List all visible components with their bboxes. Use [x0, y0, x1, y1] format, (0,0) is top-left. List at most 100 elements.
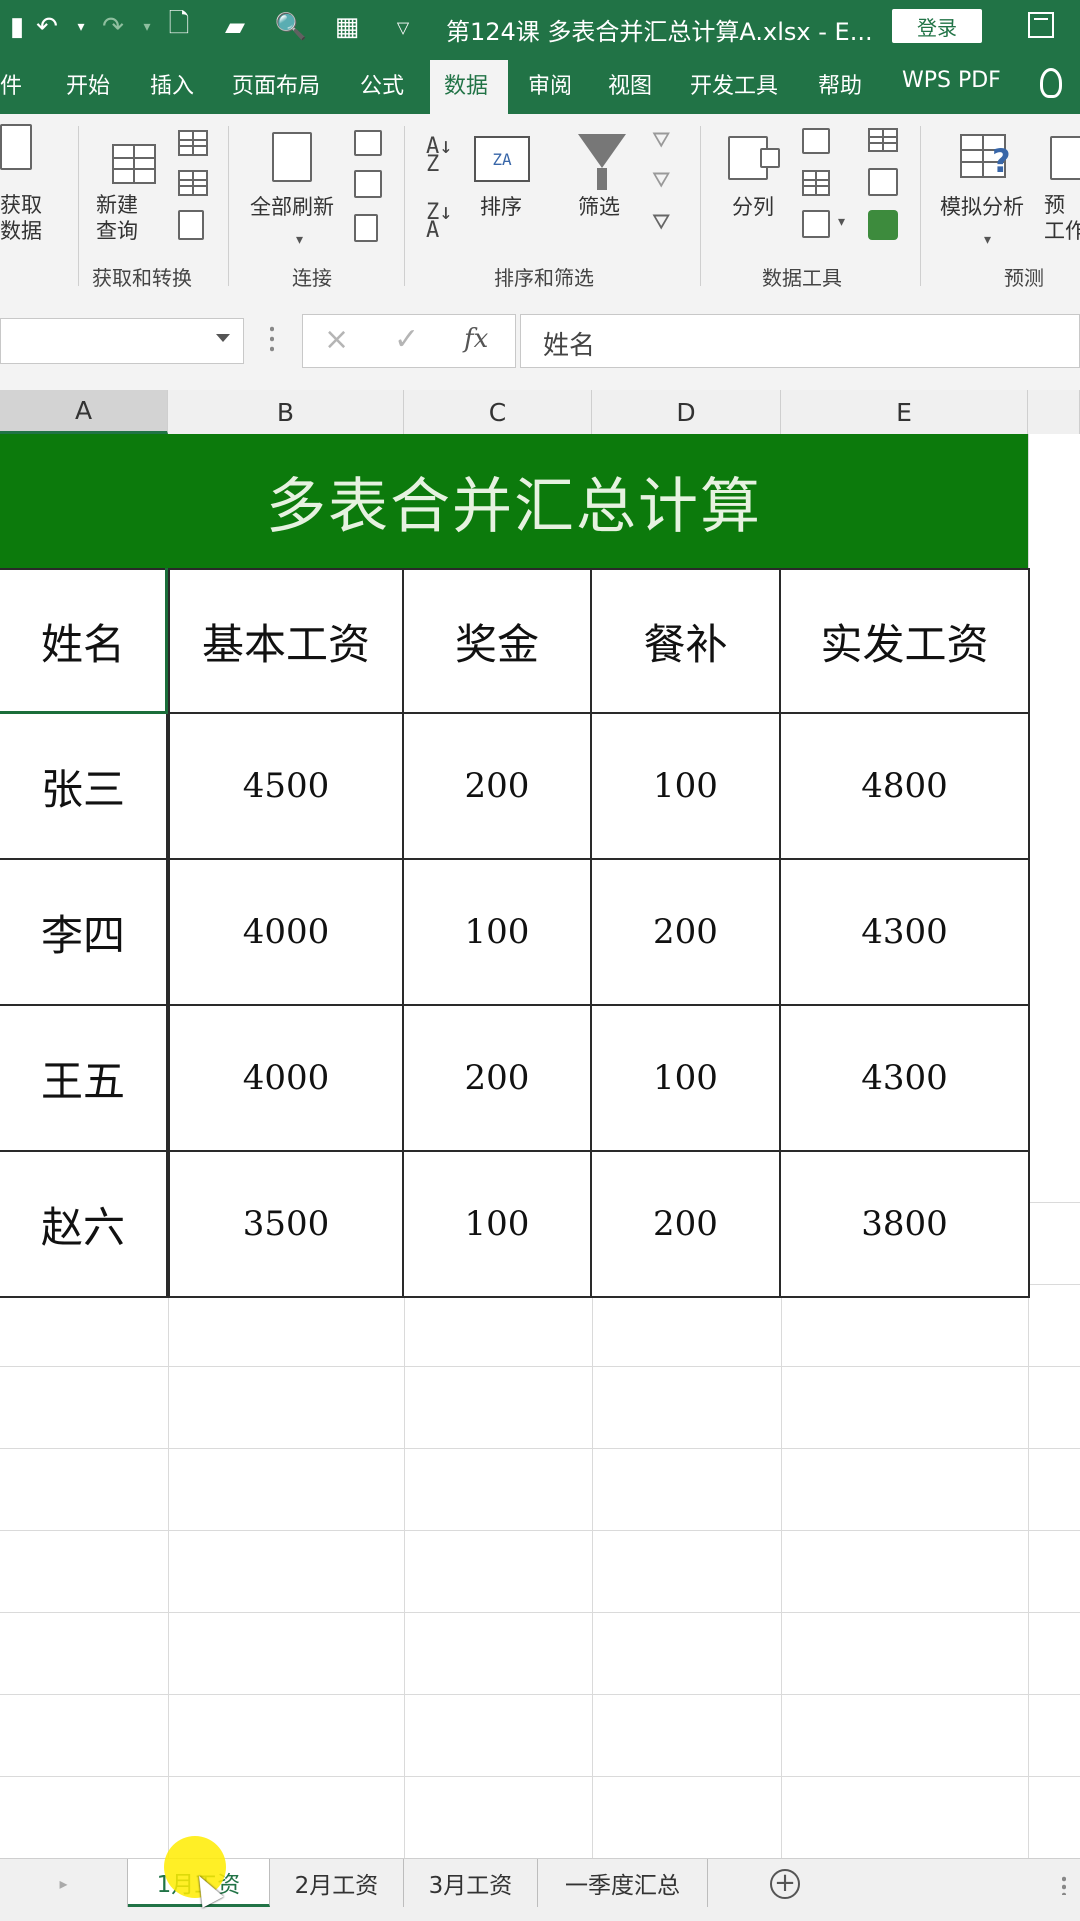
what-if-analysis-button[interactable]: 模拟分析: [940, 194, 1024, 220]
tab-file[interactable]: 件: [0, 68, 22, 100]
table-cell[interactable]: 赵六: [0, 1152, 168, 1298]
sort-icon[interactable]: ZA: [474, 136, 530, 182]
table-cell[interactable]: 100: [404, 860, 592, 1006]
table-cell[interactable]: 张三: [0, 714, 168, 860]
sheet-title[interactable]: 多表合并汇总计算: [0, 434, 1028, 568]
more-options-icon[interactable]: [1062, 1875, 1066, 1895]
manage-data-model-icon[interactable]: [868, 210, 898, 240]
header-cell-meal-allowance[interactable]: 餐补: [592, 568, 781, 714]
tab-view[interactable]: 视图: [608, 68, 652, 100]
table-cell[interactable]: 4000: [168, 1006, 404, 1152]
tab-developer[interactable]: 开发工具: [690, 68, 778, 100]
recent-sources-icon[interactable]: [178, 170, 208, 196]
tab-scroll-icon[interactable]: ▸: [0, 1859, 128, 1907]
header-cell-net-salary[interactable]: 实发工资: [781, 568, 1030, 714]
table-cell[interactable]: 200: [592, 860, 781, 1006]
existing-connections-icon[interactable]: [178, 210, 204, 240]
sheet-tab-4[interactable]: 一季度汇总: [538, 1859, 708, 1907]
tab-review[interactable]: 审阅: [528, 68, 572, 100]
advanced-filter-icon[interactable]: ⛛: [652, 210, 670, 235]
refresh-all-button[interactable]: 全部刷新: [250, 194, 334, 220]
sort-button[interactable]: 排序: [480, 194, 522, 220]
formula-bar-resize-handle[interactable]: [270, 324, 274, 354]
table-cell[interactable]: 100: [404, 1152, 592, 1298]
get-data-icon[interactable]: [0, 124, 32, 170]
tab-help[interactable]: 帮助: [818, 68, 862, 100]
table-cell[interactable]: 4300: [781, 1006, 1030, 1152]
header-cell-bonus[interactable]: 奖金: [404, 568, 592, 714]
queries-connections-icon[interactable]: [354, 130, 382, 156]
tab-home[interactable]: 开始: [66, 68, 110, 100]
add-sheet-icon[interactable]: +: [770, 1869, 800, 1899]
tab-formulas[interactable]: 公式: [360, 68, 404, 100]
column-header-d[interactable]: D: [592, 390, 781, 434]
column-header-e[interactable]: E: [781, 390, 1028, 434]
table-cell[interactable]: 100: [592, 1006, 781, 1152]
insert-function-icon[interactable]: fx: [464, 324, 488, 354]
from-table-icon[interactable]: [178, 130, 208, 156]
table-cell[interactable]: 200: [592, 1152, 781, 1298]
table-cell[interactable]: 200: [404, 714, 592, 860]
undo-dropdown-icon[interactable]: ▾: [64, 10, 98, 44]
header-cell-base-salary[interactable]: 基本工资: [168, 568, 404, 714]
ribbon-display-options-icon[interactable]: [1028, 12, 1054, 38]
relationships-icon[interactable]: [868, 168, 898, 196]
table-cell[interactable]: 李四: [0, 860, 168, 1006]
sheet-tab-2[interactable]: 2月工资: [270, 1859, 404, 1907]
sheet-tab-3[interactable]: 3月工资: [404, 1859, 538, 1907]
lightbulb-icon[interactable]: [1040, 68, 1062, 98]
redo-dropdown-icon[interactable]: ▾: [130, 10, 164, 44]
customize-quick-access-icon[interactable]: ▽: [386, 10, 420, 44]
filter-icon[interactable]: [578, 134, 626, 190]
filter-button[interactable]: 筛选: [578, 194, 620, 220]
calculator-icon[interactable]: ▦: [330, 10, 364, 44]
table-cell[interactable]: 200: [404, 1006, 592, 1152]
table-cell[interactable]: 4800: [781, 714, 1030, 860]
worksheet[interactable]: 多表合并汇总计算 姓名 基本工资 奖金 餐补 实发工资 张三 4500 200 …: [0, 434, 1080, 1858]
tab-insert[interactable]: 插入: [150, 68, 194, 100]
print-preview-icon[interactable]: 🔍: [274, 10, 308, 44]
chevron-down-icon[interactable]: [216, 334, 230, 342]
column-header-c[interactable]: C: [404, 390, 592, 434]
reapply-filter-icon[interactable]: ⛛: [652, 168, 670, 193]
new-file-icon[interactable]: 🗋: [162, 9, 196, 44]
clear-filter-icon[interactable]: ⛛: [652, 128, 670, 153]
new-query-icon[interactable]: [112, 144, 156, 184]
redo-icon[interactable]: ↷: [96, 10, 130, 44]
save-icon[interactable]: ▮: [0, 10, 34, 44]
get-data-button[interactable]: 获取 数据: [0, 192, 42, 244]
tab-page-layout[interactable]: 页面布局: [232, 68, 320, 100]
formula-input[interactable]: 姓名: [520, 314, 1080, 368]
consolidate-icon[interactable]: [868, 128, 898, 152]
forecast-sheet-icon[interactable]: [1050, 136, 1080, 180]
refresh-dropdown-icon[interactable]: ▾: [296, 232, 303, 248]
sort-ascending-icon[interactable]: A↓ Z: [426, 136, 453, 176]
tab-wps-pdf[interactable]: WPS PDF: [902, 68, 1001, 93]
name-box[interactable]: [0, 318, 244, 364]
data-validation-dropdown-icon[interactable]: ▾: [838, 214, 845, 230]
column-header-b[interactable]: B: [168, 390, 404, 434]
properties-icon[interactable]: [354, 170, 382, 198]
enter-icon[interactable]: ✓: [394, 322, 419, 357]
login-button[interactable]: 登录: [892, 9, 982, 43]
text-to-columns-button[interactable]: 分列: [732, 194, 774, 220]
sort-descending-icon[interactable]: Z↓ A: [426, 202, 453, 242]
remove-duplicates-icon[interactable]: [802, 170, 830, 196]
data-validation-icon[interactable]: [802, 210, 830, 238]
refresh-all-icon[interactable]: [272, 132, 312, 182]
edit-links-icon[interactable]: [354, 214, 378, 242]
what-if-dropdown-icon[interactable]: ▾: [984, 232, 991, 248]
tab-data[interactable]: 数据: [444, 68, 488, 100]
flash-fill-icon[interactable]: [802, 128, 830, 154]
table-cell[interactable]: 4000: [168, 860, 404, 1006]
table-cell[interactable]: 4500: [168, 714, 404, 860]
forecast-sheet-button[interactable]: 预 工作: [1044, 192, 1080, 244]
table-cell[interactable]: 3500: [168, 1152, 404, 1298]
table-cell[interactable]: 王五: [0, 1006, 168, 1152]
table-cell[interactable]: 3800: [781, 1152, 1030, 1298]
open-folder-icon[interactable]: ▰: [218, 10, 252, 44]
undo-icon[interactable]: ↶: [30, 10, 64, 44]
cancel-icon[interactable]: ×: [324, 322, 349, 357]
table-cell[interactable]: 100: [592, 714, 781, 860]
new-query-button[interactable]: 新建 查询: [96, 192, 138, 244]
